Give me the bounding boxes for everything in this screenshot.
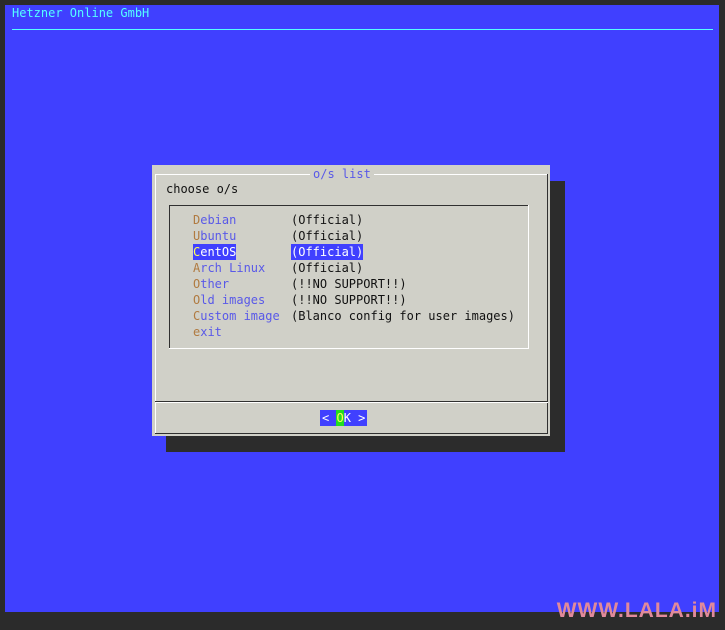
dialog-border (547, 174, 548, 433)
ok-button-label: K (343, 411, 351, 425)
menu-item-tag-rest: ebian (200, 213, 237, 227)
ok-button-hotkey: O (336, 410, 344, 426)
menu-item-tag: CentOS (193, 244, 237, 260)
menu-item-exit[interactable]: exit (193, 324, 251, 340)
list-border (169, 205, 529, 206)
list-border (528, 205, 529, 349)
os-list-dialog: o/s list choose o/s Debian (Official) Ub… (152, 165, 550, 436)
dialog-title: o/s list (310, 167, 374, 182)
menu-item-centos[interactable]: CentOS (Official) (193, 244, 364, 260)
menu-item-desc: (Official) (291, 213, 364, 227)
ok-button-bracket-right: > (350, 411, 366, 425)
dialog-prompt: choose o/s (166, 182, 239, 196)
menu-item-tag: Other (193, 276, 229, 292)
menu-item-desc: (!!NO SUPPORT!!) (291, 293, 407, 307)
menu-item-tag-rest: ld images (200, 293, 266, 307)
menu-item-tag-rest: rch Linux (200, 261, 266, 275)
menu-item-tag: Old images (193, 292, 265, 308)
watermark: WWW.LALA.iM (556, 599, 717, 622)
menu-item-tag-rest: ther (200, 277, 230, 291)
menu-item-desc: (Official) (291, 261, 364, 275)
menu-item-tag: Arch Linux (193, 260, 265, 276)
menu-item-tag: Debian (193, 212, 236, 228)
menu-item-other[interactable]: Other (!!NO SUPPORT!!) (193, 276, 407, 292)
dialog-border (155, 433, 548, 434)
menu-item-old-images[interactable]: Old images (!!NO SUPPORT!!) (193, 292, 407, 308)
menu-item-arch-linux[interactable]: Arch Linux (Official) (193, 260, 363, 276)
list-border (169, 205, 170, 349)
menu-item-tag-rest: entOS (200, 245, 237, 259)
menu-item-tag-rest: buntu (200, 229, 237, 243)
backtitle-underline (12, 29, 713, 30)
menu-item-desc: (Official) (291, 229, 364, 243)
menu-item-tag-rest: xit (200, 325, 222, 339)
button-separator (155, 402, 548, 403)
menu-item-ubuntu[interactable]: Ubuntu (Official) (193, 228, 363, 244)
os-menu-list[interactable]: Debian (Official) Ubuntu (Official) Cent… (169, 205, 529, 349)
menu-item-tag: Custom image (193, 308, 280, 324)
menu-item-custom-image[interactable]: Custom image (Blanco config for user ima… (193, 308, 515, 324)
menu-item-desc: (Official) (291, 244, 364, 260)
menu-item-tag: Ubuntu (193, 228, 236, 244)
menu-item-tag-rest: ustom image (200, 309, 280, 323)
ok-button-bracket-left: < (322, 411, 337, 425)
menu-item-desc: (Blanco config for user images) (291, 309, 515, 323)
menu-item-debian[interactable]: Debian (Official) (193, 212, 363, 228)
dialog-border (155, 174, 156, 433)
screen: Hetzner Online GmbH o/s list choose o/s … (5, 5, 719, 612)
backtitle: Hetzner Online GmbH (12, 6, 150, 20)
menu-item-desc: (!!NO SUPPORT!!) (291, 277, 407, 291)
ok-button[interactable]: < OK > (320, 410, 368, 426)
menu-item-tag: exit (193, 324, 222, 340)
